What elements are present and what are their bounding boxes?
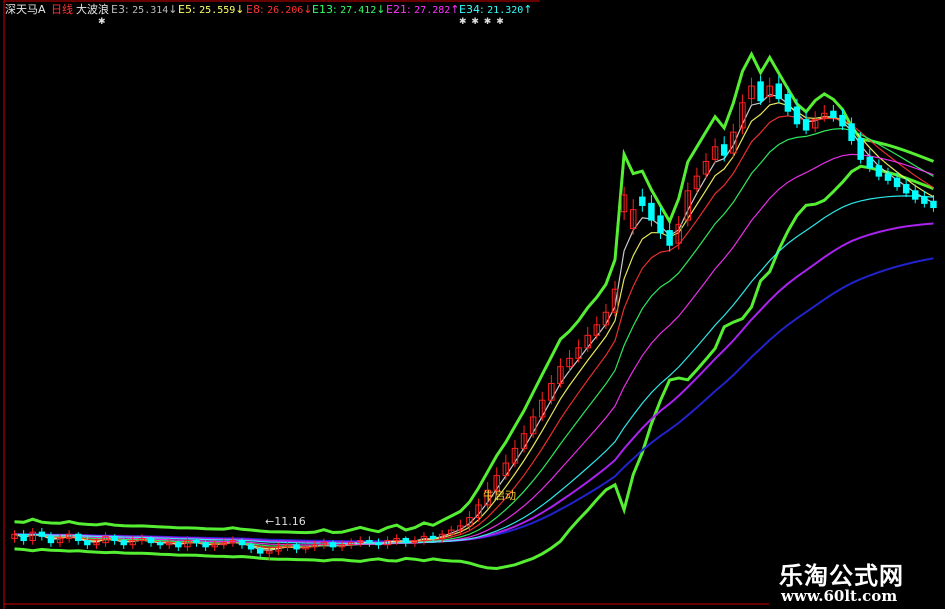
start-signal-label: 牛启动 (483, 489, 516, 502)
ma-e3-label: E3: (111, 3, 129, 16)
signal-marks-left: ✱ (98, 17, 107, 27)
period-label[interactable]: 日线 (51, 3, 73, 17)
candle-body (329, 542, 337, 548)
ma-e8-label: E8: (246, 3, 264, 16)
candle-body (830, 110, 837, 118)
candle-body (256, 548, 264, 554)
moving-average-lines (14, 93, 934, 551)
candle-body (793, 106, 801, 125)
indicator-name[interactable]: 大波浪 (76, 3, 109, 17)
candle-body (648, 202, 655, 221)
candle-body (775, 83, 783, 100)
ma-e5-arrow: ↓ (235, 3, 245, 16)
ma-e34-arrow: ↑ (523, 3, 533, 16)
ma-e34: E34: 21.320↑ (459, 3, 533, 17)
candle-body (193, 540, 200, 544)
candle-body (720, 144, 728, 156)
chart-canvas (3, 0, 937, 609)
ema-line-e34 (14, 195, 934, 544)
candle-body (784, 93, 792, 112)
ma-e5: E5: 25.559↓ (178, 3, 245, 17)
candle-body (175, 542, 182, 548)
candle-body (247, 544, 255, 550)
candle-body (921, 196, 928, 204)
ema-line-e13 (14, 127, 934, 547)
candle-body (893, 177, 901, 188)
ma-e21-label: E21: (386, 3, 411, 16)
candle-body (47, 535, 55, 544)
candle-body (866, 156, 873, 169)
stock-name[interactable]: 深天马A (5, 3, 46, 17)
candle-body (293, 544, 300, 550)
candle-body (402, 537, 409, 544)
watermark-site-name: 乐淘公式网 (779, 562, 904, 590)
low-price-label: ←11.16 (265, 515, 306, 528)
candle-body (802, 119, 810, 131)
ema-line-e3 (14, 93, 934, 551)
ma-e13-value: 27.412 (340, 5, 377, 16)
candle-body (902, 184, 910, 194)
candle-body (757, 81, 764, 102)
candle-body (884, 173, 892, 181)
candle-body (375, 542, 382, 546)
ma-e13: E13: 27.412↓ (312, 3, 386, 17)
watermark-url: www.60lt.com (781, 587, 898, 605)
candle-body (202, 542, 209, 548)
ma-e13-arrow: ↓ (376, 3, 386, 16)
candle-body (912, 190, 919, 200)
ma-e5-label: E5: (178, 3, 196, 16)
candle-body (666, 230, 673, 246)
ema-line-e21 (14, 153, 934, 546)
signal-marks-right: ✱ ✱ ✱ ✱ (459, 17, 505, 27)
candle-body (429, 535, 437, 539)
ma-e3-value: 25.314 (132, 5, 169, 16)
candle-body (639, 196, 646, 206)
candle-body (120, 540, 127, 546)
candle-body (147, 537, 155, 544)
candle-body (857, 137, 864, 160)
candle-body (156, 542, 164, 546)
candle-body (111, 535, 118, 542)
candle-body (75, 533, 82, 542)
upper-band-line (14, 50, 935, 535)
candle-body (875, 165, 883, 177)
ma-e34-label: E34: (459, 3, 484, 16)
long-term-blue-line (14, 257, 934, 543)
ma-e3: E3: 25.314↓ (111, 3, 178, 17)
candle-body (238, 540, 246, 546)
candle-body (839, 114, 846, 127)
candle-body (930, 200, 937, 209)
candle-body (84, 540, 91, 546)
indicator-bands (14, 50, 935, 571)
ema-line-e5 (14, 102, 934, 550)
candle-body (657, 215, 664, 234)
lower-band-line (14, 164, 935, 571)
ma-e8: E8: 26.206↓ (246, 3, 313, 17)
ma-e3-arrow: ↓ (168, 3, 178, 16)
ma-e34-value: 21.320 (487, 5, 524, 16)
ma-e21-value: 27.282 (414, 5, 451, 16)
ma-e13-label: E13: (312, 3, 337, 16)
candle-body (848, 123, 855, 142)
ma-e8-value: 26.206 (267, 5, 304, 16)
ma-e21: E21: 27.282↑ (386, 3, 460, 17)
candle-body (366, 540, 373, 544)
axes (3, 0, 770, 609)
ma-e5-value: 25.559 (199, 5, 236, 16)
candle-body (38, 531, 46, 537)
candle-body (20, 533, 27, 542)
ema-line-e8 (14, 115, 934, 549)
